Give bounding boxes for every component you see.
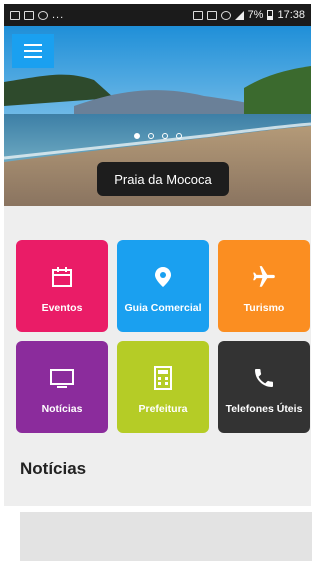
main-content: Eventos Guia Comercial Turismo Notícias … [4, 206, 311, 506]
battery-icon [267, 10, 274, 20]
tile-noticias[interactable]: Notícias [16, 341, 108, 433]
status-left: ... [10, 9, 64, 21]
image-icon [10, 10, 20, 20]
carousel-dot[interactable] [133, 133, 140, 139]
tile-label: Turismo [243, 302, 285, 314]
instagram-icon [38, 10, 48, 20]
tile-label: Notícias [41, 403, 83, 415]
airplane-icon [251, 264, 277, 290]
tile-telefones-uteis[interactable]: Telefones Úteis [218, 341, 310, 433]
status-right: 7% 17:38 [192, 9, 305, 21]
hamburger-line [24, 56, 42, 58]
hamburger-line [24, 50, 42, 52]
tile-label: Prefeitura [138, 403, 188, 415]
tile-label: Telefones Úteis [225, 403, 303, 415]
tile-label: Guia Comercial [124, 302, 202, 314]
hero-carousel[interactable]: Praia da Mococa [4, 26, 311, 206]
nfc-icon [206, 10, 217, 20]
tv-icon [49, 365, 75, 391]
tile-label: Eventos [41, 302, 83, 314]
carousel-dots [4, 133, 311, 139]
phone-icon [251, 365, 277, 391]
tile-eventos[interactable]: Eventos [16, 240, 108, 332]
news-section-title: Notícias [20, 459, 87, 478]
carousel-dot[interactable] [175, 133, 182, 139]
calculator-icon [150, 365, 176, 391]
clock: 17:38 [277, 9, 305, 21]
location-pin-icon [150, 264, 176, 290]
status-bar: ... 7% 17:38 [4, 4, 311, 26]
signal-icon [234, 10, 244, 20]
news-card-placeholder[interactable] [20, 512, 312, 561]
slide-caption: Praia da Mococa [97, 162, 229, 196]
mute-icon [192, 10, 203, 20]
calendar-icon [49, 264, 75, 290]
wifi-icon [220, 10, 231, 20]
menu-button[interactable] [12, 34, 54, 68]
tile-guia-comercial[interactable]: Guia Comercial [117, 240, 209, 332]
battery-percent: 7% [247, 9, 264, 21]
carousel-dot[interactable] [161, 133, 168, 139]
carousel-dot[interactable] [147, 133, 154, 139]
more-notifications: ... [52, 9, 65, 21]
facebook-icon [24, 10, 34, 20]
tile-turismo[interactable]: Turismo [218, 240, 310, 332]
hamburger-menu-icon [24, 44, 42, 46]
tile-prefeitura[interactable]: Prefeitura [117, 341, 209, 433]
